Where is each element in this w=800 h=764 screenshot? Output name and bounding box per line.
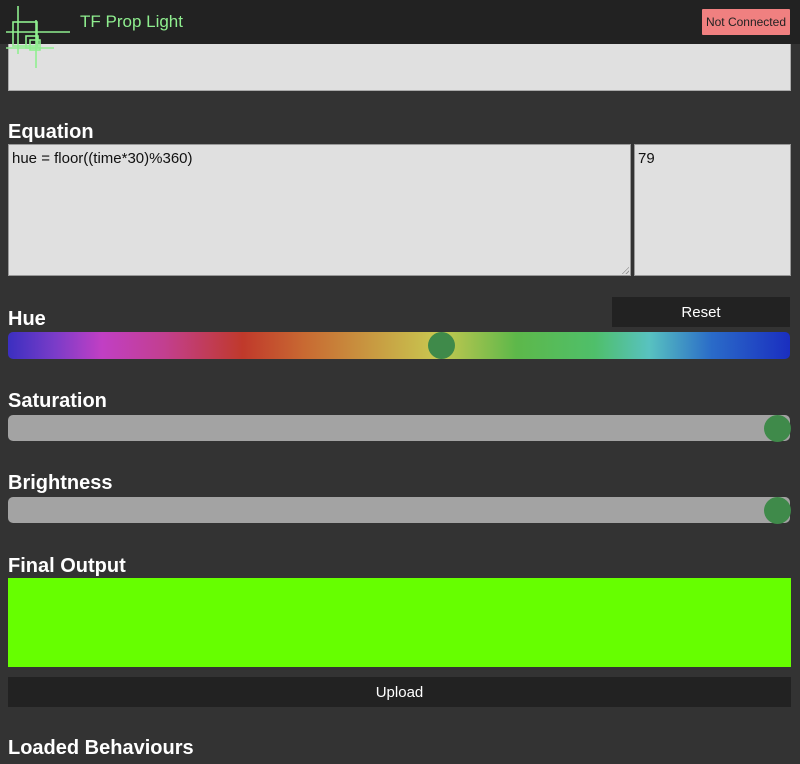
equation-input[interactable]: hue = floor((time*30)%360) (8, 144, 631, 276)
equation-code: hue = floor((time*30)%360) (12, 150, 193, 167)
brightness-slider[interactable] (8, 497, 791, 524)
equation-heading: Equation (8, 121, 94, 143)
brightness-heading: Brightness (8, 472, 113, 494)
resize-grip-icon[interactable] (621, 266, 629, 274)
equation-result-field[interactable]: 79 (634, 144, 791, 276)
equation-result: 79 (638, 150, 655, 167)
final-output-swatch (8, 578, 791, 667)
final-output-heading: Final Output (8, 555, 126, 577)
hue-heading: Hue (8, 308, 46, 330)
upload-button[interactable]: Upload (8, 677, 791, 707)
connection-status-badge: Not Connected (701, 9, 790, 35)
loaded-behaviours-heading: Loaded Behaviours (8, 737, 194, 759)
crosshair-squares-logo-icon (6, 6, 70, 68)
hue-slider[interactable] (8, 332, 790, 359)
saturation-heading: Saturation (8, 390, 107, 412)
hue-slider-handle[interactable] (427, 332, 455, 359)
app-title: TF Prop Light (80, 12, 183, 31)
top-text-field[interactable] (8, 44, 791, 91)
saturation-slider-handle[interactable] (764, 415, 791, 442)
saturation-slider[interactable] (8, 415, 791, 442)
brightness-slider-handle[interactable] (764, 497, 791, 524)
reset-button[interactable]: Reset (612, 297, 790, 327)
